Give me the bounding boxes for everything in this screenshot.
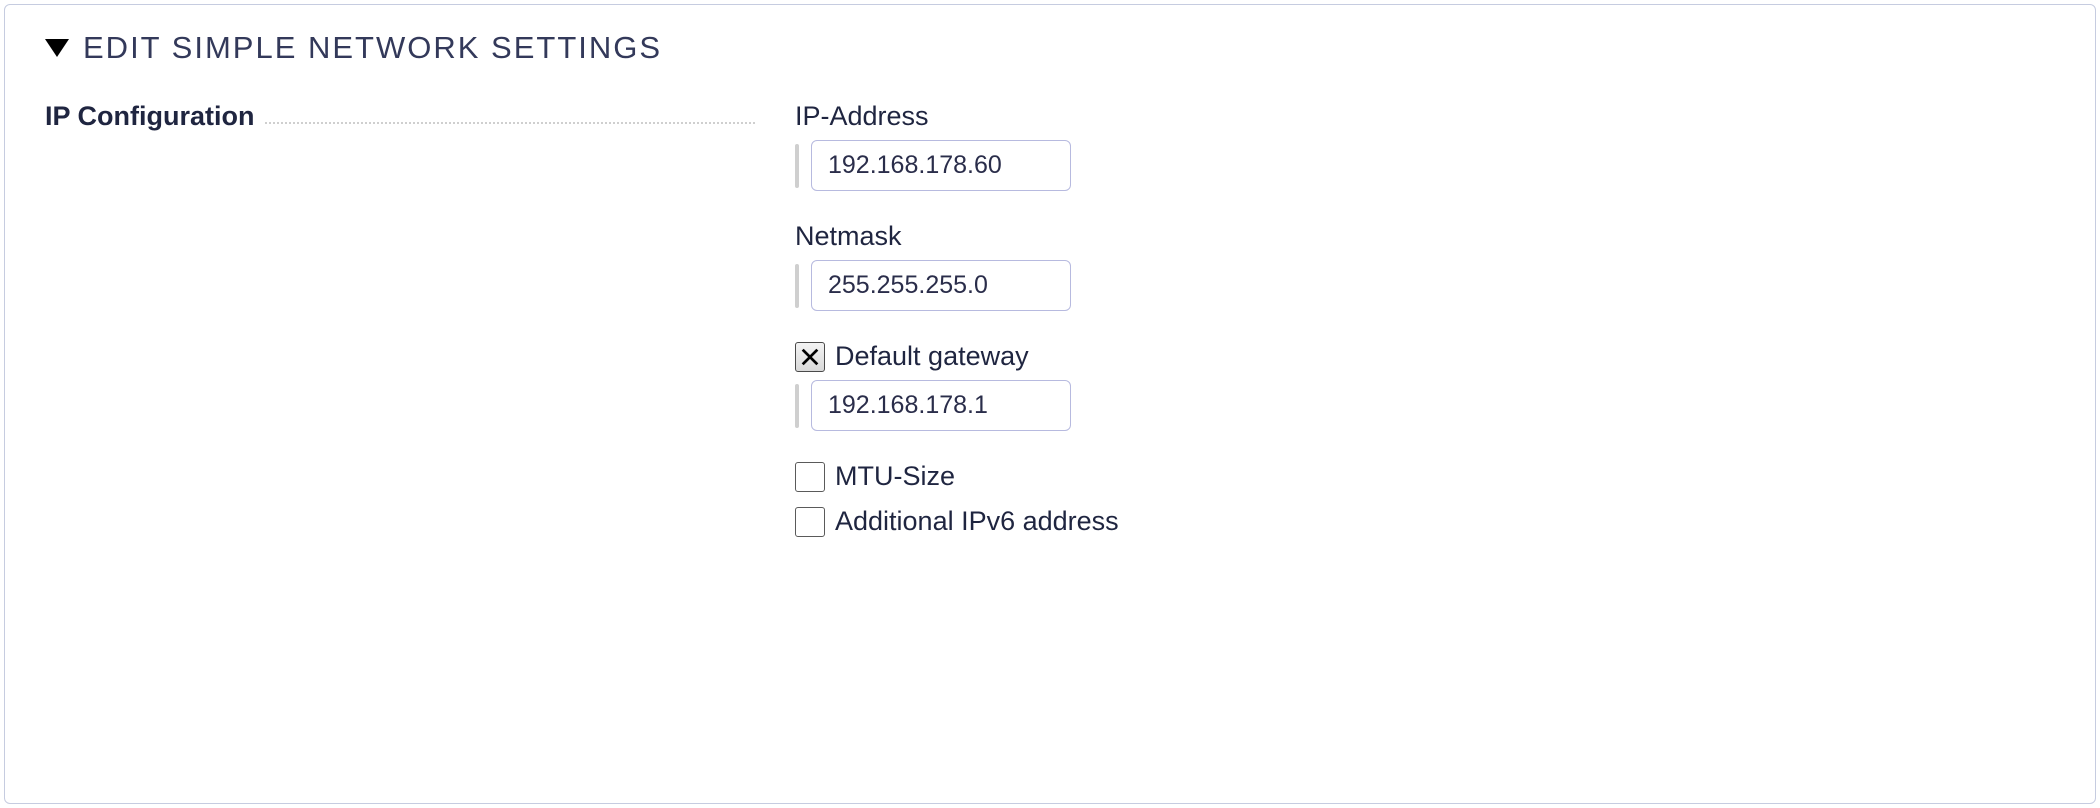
ip-address-group: IP-Address — [795, 101, 1119, 191]
mtu-size-checkbox[interactable] — [795, 462, 825, 492]
default-gateway-label: Default gateway — [835, 341, 1029, 372]
caret-down-icon — [45, 39, 69, 57]
input-indicator-bar — [795, 384, 799, 428]
section-divider — [265, 122, 756, 124]
mtu-size-label: MTU-Size — [835, 461, 955, 492]
netmask-group: Netmask — [795, 221, 1119, 311]
additional-ipv6-checkbox[interactable] — [795, 507, 825, 537]
netmask-input[interactable] — [811, 260, 1071, 311]
x-mark-icon — [799, 346, 821, 368]
default-gateway-group: Default gateway — [795, 341, 1119, 431]
panel-title: EDIT SIMPLE NETWORK SETTINGS — [83, 30, 662, 66]
section-label: IP Configuration — [45, 101, 265, 132]
input-indicator-bar — [795, 144, 799, 188]
network-settings-panel: EDIT SIMPLE NETWORK SETTINGS IP Configur… — [4, 4, 2096, 804]
additional-ipv6-label: Additional IPv6 address — [835, 506, 1119, 537]
ip-address-label: IP-Address — [795, 101, 1119, 132]
additional-ipv6-row: Additional IPv6 address — [795, 506, 1119, 537]
fields-column: IP-Address Netmask — [785, 101, 1119, 551]
panel-header[interactable]: EDIT SIMPLE NETWORK SETTINGS — [45, 30, 2055, 66]
ip-address-input[interactable] — [811, 140, 1071, 191]
content-row: IP Configuration IP-Address Netmask — [45, 101, 2055, 551]
default-gateway-input[interactable] — [811, 380, 1071, 431]
default-gateway-checkbox[interactable] — [795, 342, 825, 372]
mtu-size-row: MTU-Size — [795, 461, 1119, 492]
netmask-label: Netmask — [795, 221, 1119, 252]
section-label-column: IP Configuration — [45, 101, 785, 132]
input-indicator-bar — [795, 264, 799, 308]
